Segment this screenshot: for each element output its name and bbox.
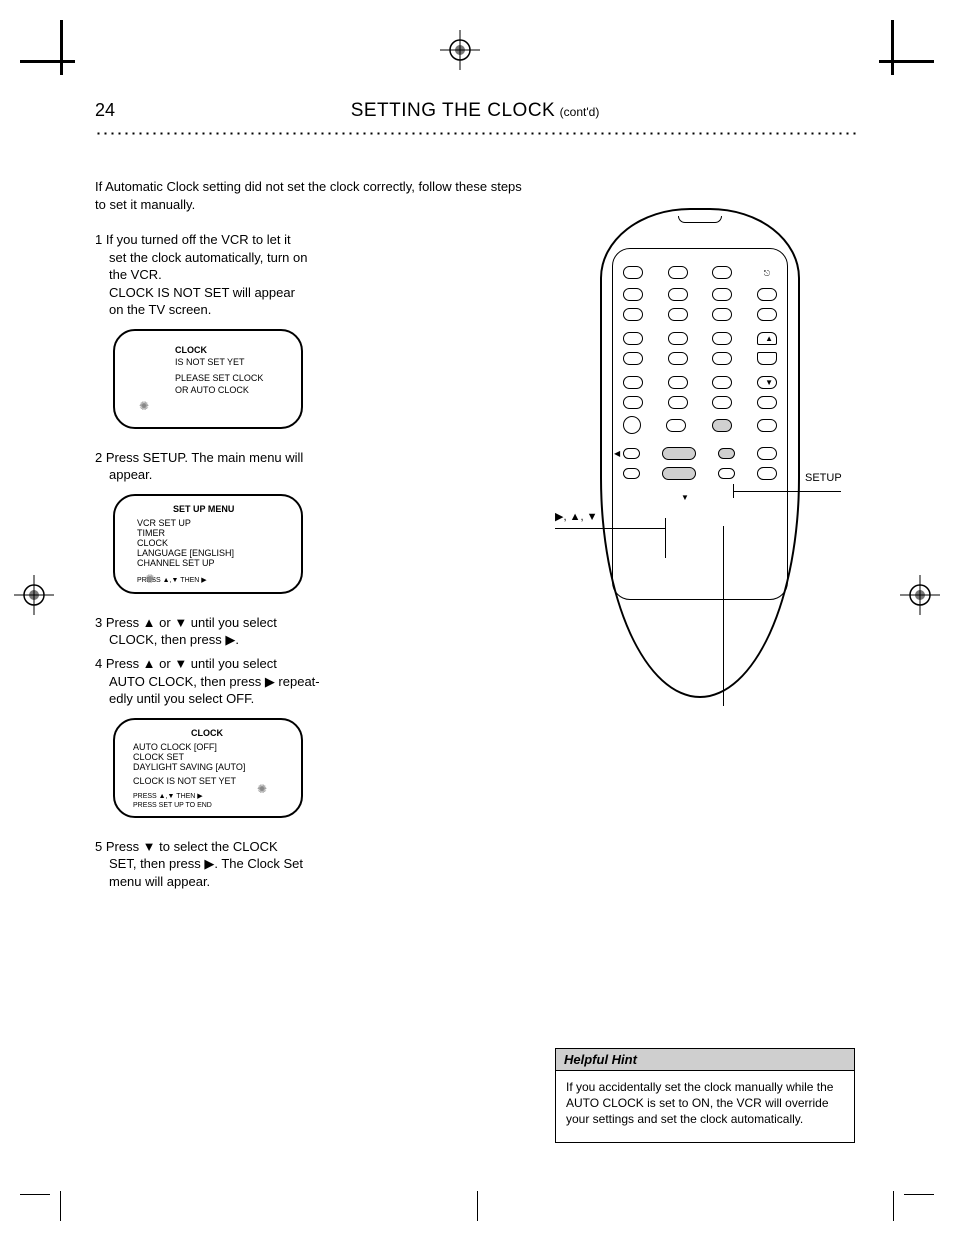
crop-mark (879, 60, 934, 63)
remote-button (666, 419, 686, 432)
tv-screen-1: CLOCK IS NOT SET YET PLEASE SET CLOCK OR… (113, 329, 303, 429)
step-5: 5 Press ▼ to select the CLOCK SET, then … (95, 838, 525, 891)
ir-window-icon (678, 216, 722, 223)
leader-line (723, 526, 724, 706)
hint-title: Helpful Hint (556, 1049, 854, 1071)
down-arrow-icon: ▼ (681, 493, 689, 502)
right-column: ⎋ ▲ ▼ (555, 178, 875, 728)
leader-line (733, 491, 841, 492)
power-icon: ⎋ (764, 269, 770, 278)
page-number: 24 (95, 100, 115, 121)
registration-mark-icon (900, 575, 940, 615)
channel-down-button (757, 352, 777, 365)
crop-mark (60, 1191, 61, 1221)
crop-mark (891, 20, 894, 75)
divider-dots (95, 128, 859, 138)
registration-mark-icon (14, 575, 54, 615)
crop-mark (893, 1191, 894, 1221)
nav-down-button (662, 467, 696, 480)
crop-mark (60, 20, 63, 75)
remote-button (623, 468, 640, 479)
tv-screen-2: SET UP MENU VCR SET UP TIMER CLOCK LANGU… (113, 494, 303, 594)
highlight-icon: ✺ (139, 399, 149, 413)
step-3: 3 Press ▲ or ▼ until you select CLOCK, t… (95, 614, 525, 649)
step-4: 4 Press ▲ or ▼ until you select AUTO CLO… (95, 655, 525, 708)
highlight-icon: ✺ (145, 572, 155, 586)
crop-mark (904, 1194, 934, 1195)
tv-screen-3: CLOCK AUTO CLOCK [OFF] CLOCK SET DAYLIGH… (113, 718, 303, 818)
leader-line (555, 528, 665, 529)
step-2: 2 Press SETUP. The main menu will appear… (95, 449, 525, 484)
setup-label: SETUP (805, 472, 842, 484)
page-content: 24 SETTING THE CLOCK (cont'd) If Automat… (95, 100, 859, 1155)
page-title: SETTING THE CLOCK (351, 100, 556, 121)
leader-line (665, 518, 666, 558)
left-button: ◀ (623, 448, 640, 459)
setup-button (712, 419, 732, 432)
intro-text: If Automatic Clock setting did not set t… (95, 178, 525, 213)
crop-mark (20, 60, 75, 63)
highlight-icon: ✺ (257, 782, 267, 796)
registration-mark-icon (440, 30, 480, 70)
remote-button (757, 419, 777, 432)
remote-button (757, 467, 777, 480)
leader-line (733, 484, 734, 498)
helpful-hint-box: Helpful Hint If you accidentally set the… (555, 1048, 855, 1143)
remote-button (718, 468, 735, 479)
remote-round-button (623, 416, 641, 434)
arrows-label: ▶, ▲, ▼ (555, 510, 597, 523)
nav-up-button (662, 447, 696, 460)
hint-body: If you accidentally set the clock manual… (556, 1071, 854, 1142)
remote-button (757, 447, 777, 460)
channel-up-button (757, 332, 777, 345)
remote-illustration: ⎋ ▲ ▼ (555, 208, 845, 728)
left-column: If Automatic Clock setting did not set t… (95, 178, 525, 896)
page-subtitle: (cont'd) (560, 105, 600, 119)
crop-mark (20, 1194, 50, 1195)
remote-button (712, 266, 732, 279)
step-1: 1 If you turned off the VCR to let it se… (95, 231, 525, 319)
nav-right-button (718, 448, 735, 459)
crop-mark (477, 1191, 478, 1221)
remote-button (623, 266, 643, 279)
remote-button (668, 266, 688, 279)
